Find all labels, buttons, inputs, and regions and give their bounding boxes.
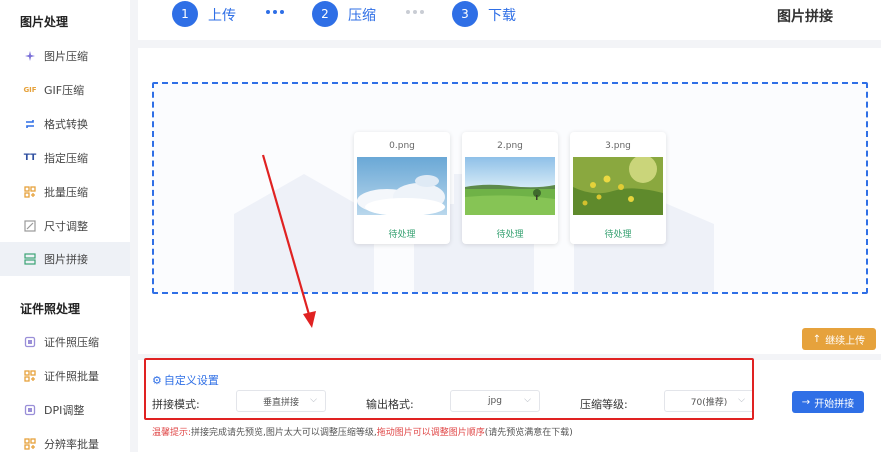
file-name: 0.png (389, 141, 415, 151)
file-thumbnail-flowers (573, 157, 663, 215)
file-name: 2.png (497, 141, 523, 151)
section-title-image: 图片处理 (20, 15, 69, 29)
sidebar-item-format-convert[interactable]: 格式转换 (0, 107, 130, 141)
sidebar-item-label: 图片压缩 (44, 50, 88, 63)
step-connector-1 (266, 10, 284, 14)
convert-icon (24, 118, 36, 130)
file-status: 待处理 (496, 230, 524, 240)
upload-icon: ↑ (812, 333, 822, 345)
file-card-2[interactable]: 2.png 待处理 (462, 132, 558, 244)
sidebar-item-label: 尺寸调整 (44, 220, 88, 233)
step-1-number: 1 (172, 1, 198, 27)
sidebar-item-label: DPI调整 (44, 404, 85, 417)
sidebar-item-label: 分辨率批量 (44, 438, 99, 451)
continue-upload-button[interactable]: ↑ 继续上传 (802, 328, 876, 350)
batch-icon (24, 186, 36, 198)
sidebar-item-image-compress[interactable]: 图片压缩 (0, 39, 130, 73)
file-thumbnail-sky (357, 157, 447, 215)
resize-icon (24, 220, 36, 232)
file-thumbnail-field (465, 157, 555, 215)
step-2-label: 压缩 (348, 8, 376, 24)
tip-prefix: 温馨提示: (152, 428, 192, 438)
stitch-icon (24, 253, 36, 265)
compress-icon (24, 50, 36, 62)
file-card-0[interactable]: 0.png 待处理 (354, 132, 450, 244)
sidebar-item-resolution-batch[interactable]: 分辨率批量 (0, 427, 130, 452)
drop-zone[interactable]: 0.png 待处理 2.png 待处理 3.png 待处理 (152, 82, 868, 294)
gif-icon: GIF (23, 86, 37, 94)
start-stitch-label: 开始拼接 (814, 398, 855, 410)
sidebar-item-label: 批量压缩 (44, 186, 88, 199)
sidebar-item-batch-compress[interactable]: 批量压缩 (0, 175, 130, 209)
annotation-highlight-box (144, 358, 754, 420)
step-1-label: 上传 (208, 8, 236, 24)
section-title-id-photo: 证件照处理 (20, 302, 81, 316)
sidebar-item-image-stitch[interactable]: 图片拼接 (0, 242, 130, 276)
sidebar-item-specified-compress[interactable]: TT 指定压缩 (0, 141, 130, 175)
dpi-icon (24, 404, 36, 416)
step-3-label: 下载 (488, 8, 516, 24)
file-status: 待处理 (388, 230, 416, 240)
sidebar-item-id-compress[interactable]: 证件照压缩 (0, 325, 130, 359)
tip-text: 温馨提示:拼接完成请先预览,图片太大可以调整压缩等级,拖动图片可以调整图片顺序(… (152, 425, 573, 438)
id-batch-icon (24, 370, 36, 382)
steps-header: 1 上传 2 压缩 3 下载 图片拼接 (138, 0, 881, 40)
arrow-right-icon: → (801, 396, 811, 408)
sidebar-item-id-batch[interactable]: 证件照批量 (0, 359, 130, 393)
sidebar: 图片处理 图片压缩 GIF GIF压缩 格式转换 TT 指定压缩 批量压缩 尺寸… (0, 0, 130, 452)
upload-panel: 0.png 待处理 2.png 待处理 3.png 待处理 (138, 48, 881, 354)
sidebar-item-label: 证件照批量 (44, 370, 99, 383)
tip-body-2: (请先预览满意在下载) (484, 428, 573, 438)
step-3-number: 3 (452, 1, 478, 27)
sidebar-item-label: 指定压缩 (44, 152, 88, 165)
file-status: 待处理 (604, 230, 632, 240)
step-2-number: 2 (312, 1, 338, 27)
id-compress-icon (24, 336, 36, 348)
tip-body-1: 拼接完成请先预览,图片太大可以调整压缩等级, (191, 428, 377, 438)
sidebar-item-label: 证件照压缩 (44, 336, 99, 349)
start-stitch-button[interactable]: → 开始拼接 (792, 391, 864, 413)
sidebar-item-dpi[interactable]: DPI调整 (0, 393, 130, 427)
step-connector-2 (406, 10, 424, 14)
sidebar-item-gif-compress[interactable]: GIF GIF压缩 (0, 73, 130, 107)
file-card-3[interactable]: 3.png 待处理 (570, 132, 666, 244)
sidebar-item-label: 格式转换 (44, 118, 88, 131)
continue-upload-label: 继续上传 (825, 335, 866, 347)
sidebar-item-resize[interactable]: 尺寸调整 (0, 209, 130, 243)
page-title: 图片拼接 (777, 9, 833, 25)
resolution-icon (24, 438, 36, 450)
file-name: 3.png (605, 141, 631, 151)
sidebar-item-label: GIF压缩 (44, 84, 85, 97)
tip-highlight: 拖动图片可以调整图片顺序 (376, 428, 485, 438)
sidebar-item-label: 图片拼接 (44, 253, 88, 266)
text-size-icon: TT (23, 153, 37, 163)
